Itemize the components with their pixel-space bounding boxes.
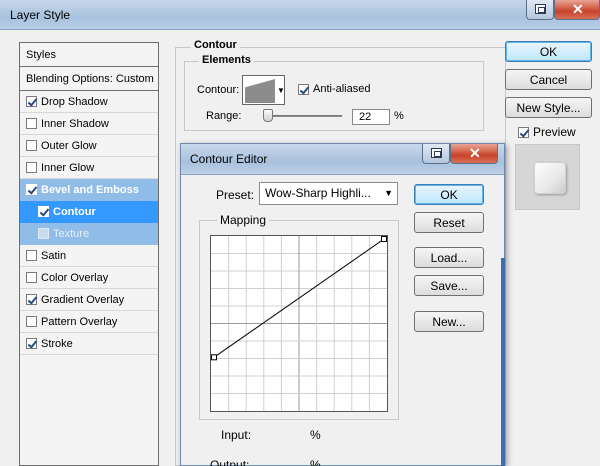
- anti-aliased-label: Anti-aliased: [313, 83, 371, 95]
- cancel-button[interactable]: Cancel: [505, 69, 592, 90]
- range-slider-handle[interactable]: [263, 109, 273, 122]
- styles-header[interactable]: Styles: [20, 43, 158, 67]
- style-item-label: Pattern Overlay: [41, 315, 118, 328]
- curve-start-point[interactable]: [211, 354, 217, 361]
- editor-new-button[interactable]: New...: [414, 311, 484, 332]
- elements-title: Elements: [199, 54, 254, 66]
- range-slider-track[interactable]: [272, 115, 342, 117]
- style-item-color-overlay[interactable]: Color Overlay: [20, 267, 158, 289]
- style-item-drop-shadow[interactable]: Drop Shadow: [20, 91, 158, 113]
- range-input[interactable]: 22: [352, 109, 390, 125]
- contour-editor-help-button[interactable]: [422, 144, 450, 164]
- style-item-texture[interactable]: Texture: [20, 223, 158, 245]
- style-item-checkbox[interactable]: [26, 272, 37, 283]
- title-bar[interactable]: Layer Style ✕: [0, 0, 600, 30]
- style-item-checkbox[interactable]: [26, 184, 37, 195]
- style-item-checkbox[interactable]: [26, 316, 37, 327]
- style-item-checkbox[interactable]: [26, 162, 37, 173]
- style-item-checkbox[interactable]: [26, 140, 37, 151]
- style-item-checkbox[interactable]: [26, 338, 37, 349]
- mapping-graph-canvas[interactable]: [211, 236, 387, 411]
- style-item-contour[interactable]: Contour: [20, 201, 158, 223]
- preview-checkbox[interactable]: [518, 126, 529, 138]
- output-unit: %: [310, 458, 321, 466]
- preset-select[interactable]: Wow-Sharp Highli... ▼: [259, 182, 398, 205]
- style-item-inner-shadow[interactable]: Inner Shadow: [20, 113, 158, 135]
- style-item-checkbox[interactable]: [26, 96, 37, 107]
- close-icon: ✕: [572, 1, 584, 17]
- blending-options-label: Blending Options: Custom: [26, 72, 154, 85]
- anti-aliased-checkbox[interactable]: [298, 83, 309, 95]
- chevron-down-icon: ▼: [384, 188, 393, 198]
- style-item-checkbox[interactable]: [26, 294, 37, 305]
- preview-option[interactable]: Preview: [518, 125, 576, 139]
- curve-end-point[interactable]: [381, 236, 387, 242]
- dialog-edge-strip: [501, 258, 505, 466]
- preview-swatch: [534, 162, 566, 194]
- style-item-label: Contour: [53, 205, 96, 218]
- close-icon: ✕: [469, 145, 481, 161]
- style-item-label: Satin: [41, 249, 67, 262]
- editor-load-button[interactable]: Load...: [414, 247, 484, 268]
- style-item-label: Texture: [53, 227, 90, 240]
- help-icon: [535, 4, 546, 14]
- style-item-checkbox[interactable]: [38, 206, 49, 217]
- contour-picker[interactable]: ▼: [242, 75, 285, 105]
- style-item-label: Bevel and Emboss: [41, 183, 139, 196]
- dropdown-arrow-icon: ▼: [277, 86, 285, 95]
- mapping-title: Mapping: [217, 213, 270, 227]
- new-style-button[interactable]: New Style...: [505, 97, 592, 118]
- style-item-label: Inner Glow: [41, 161, 95, 174]
- close-button[interactable]: ✕: [554, 0, 600, 20]
- editor-save-button[interactable]: Save...: [414, 275, 484, 296]
- mapping-graph[interactable]: [210, 235, 388, 412]
- style-item-label: Gradient Overlay: [41, 293, 125, 306]
- contour-shape-thumbnail: [245, 79, 275, 103]
- contour-editor-title: Contour Editor: [190, 152, 268, 166]
- style-item-label: Color Overlay: [41, 271, 109, 284]
- input-label: Input:: [221, 428, 252, 442]
- style-preview: [515, 144, 580, 210]
- style-item-checkbox[interactable]: [26, 250, 37, 261]
- contour-section-title: Contour: [191, 39, 240, 51]
- preview-label: Preview: [533, 125, 576, 139]
- anti-aliased-option[interactable]: Anti-aliased: [298, 83, 370, 95]
- style-item-checkbox[interactable]: [26, 118, 37, 129]
- range-label: Range:: [206, 110, 242, 122]
- styles-header-label: Styles: [26, 48, 56, 61]
- style-item-label: Drop Shadow: [41, 95, 108, 108]
- help-button[interactable]: [526, 0, 554, 20]
- style-item-pattern-overlay[interactable]: Pattern Overlay: [20, 311, 158, 333]
- style-item-label: Outer Glow: [41, 139, 97, 152]
- window-title: Layer Style: [10, 8, 71, 22]
- style-item-stroke[interactable]: Stroke: [20, 333, 158, 355]
- contour-editor-title-bar[interactable]: Contour Editor ✕: [181, 144, 504, 174]
- style-item-label: Inner Shadow: [41, 117, 109, 130]
- editor-reset-button[interactable]: Reset: [414, 212, 484, 233]
- style-item-outer-glow[interactable]: Outer Glow: [20, 135, 158, 157]
- blending-options-item[interactable]: Blending Options: Custom: [20, 67, 158, 91]
- editor-ok-button[interactable]: OK: [414, 184, 484, 205]
- input-unit: %: [310, 428, 321, 442]
- styles-list: Styles Blending Options: Custom Drop Sha…: [19, 42, 159, 466]
- style-item-bevel-and-emboss[interactable]: Bevel and Emboss: [20, 179, 158, 201]
- contour-label: Contour:: [197, 84, 240, 96]
- style-item-satin[interactable]: Satin: [20, 245, 158, 267]
- preset-value: Wow-Sharp Highli...: [265, 186, 371, 200]
- ok-button[interactable]: OK: [505, 41, 592, 62]
- range-unit: %: [394, 110, 404, 122]
- style-item-gradient-overlay[interactable]: Gradient Overlay: [20, 289, 158, 311]
- preset-label: Preset:: [216, 188, 255, 202]
- style-item-checkbox[interactable]: [38, 228, 49, 239]
- style-item-inner-glow[interactable]: Inner Glow: [20, 157, 158, 179]
- style-item-label: Stroke: [41, 337, 73, 350]
- output-label: Output:: [210, 458, 250, 466]
- help-icon: [431, 148, 442, 158]
- contour-editor-close-button[interactable]: ✕: [450, 144, 498, 164]
